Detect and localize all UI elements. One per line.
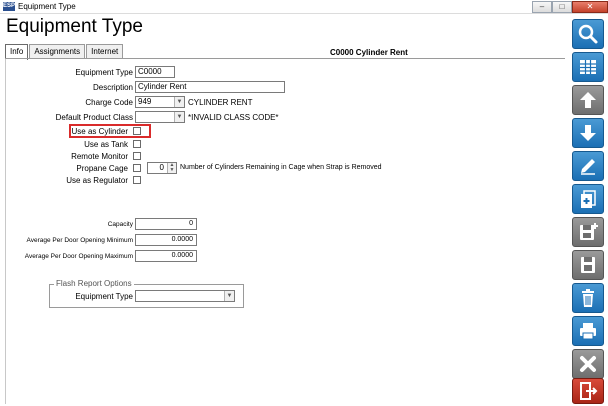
save-button[interactable] [572,250,604,280]
maximize-button[interactable]: □ [552,1,572,13]
tab-internet[interactable]: Internet [86,44,124,59]
move-down-button[interactable] [572,118,604,148]
copy-add-icon [581,190,596,208]
main-panel: Equipment Type Info Assignments Internet… [0,14,569,404]
charge-code-value: 949 [138,97,152,106]
close-icon [580,356,596,372]
default-product-class-label: Default Product Class [55,113,133,122]
cancel-button[interactable] [572,349,604,379]
chevron-down-icon: ▼ [174,97,184,107]
arrow-up-icon [580,92,596,108]
trash-icon [582,289,594,307]
flash-report-options-legend: Flash Report Options [54,279,134,288]
exit-button[interactable] [572,378,604,404]
avg-door-min-field[interactable]: 0.0000 [135,234,197,246]
remote-monitor-label: Remote Monitor [71,152,128,161]
use-as-regulator-label: Use as Regulator [66,176,128,185]
cylinders-remaining-stepper[interactable]: 0 ▲ ▼ [147,162,177,174]
use-as-tank-checkbox[interactable] [133,140,141,148]
chevron-down-icon: ▼ [174,112,184,122]
avg-door-min-label: Average Per Door Opening Minimum [26,237,133,244]
save-icon [581,257,595,273]
minimize-button[interactable]: – [532,1,552,13]
tab-strip: Info Assignments Internet [5,44,124,60]
charge-code-select[interactable]: 949 ▼ [135,96,185,108]
product-class-warning: *INVALID CLASS CODE* [188,113,279,122]
save-new-button[interactable] [572,217,604,247]
remote-monitor-checkbox[interactable] [133,152,141,160]
use-as-cylinder-label: Use as Cylinder [71,127,128,136]
print-button[interactable] [572,316,604,346]
charge-code-label: Charge Code [85,98,133,107]
cylinders-remaining-value: 0 [159,163,164,172]
printer-icon [580,323,596,340]
search-button[interactable] [572,19,604,49]
use-as-tank-label: Use as Tank [84,140,128,149]
avg-door-max-field[interactable]: 0.0000 [135,250,197,262]
tab-assignments[interactable]: Assignments [29,44,86,59]
close-window-button[interactable]: ✕ [572,1,608,13]
flash-equipment-type-select[interactable]: ▼ [135,290,235,302]
flash-equipment-type-label: Equipment Type [75,292,133,301]
stepper-arrows-icon[interactable]: ▲ ▼ [167,163,176,173]
description-label: Description [92,83,133,92]
action-toolbar [569,14,608,406]
page-title: Equipment Type [6,16,143,37]
search-icon [578,24,598,44]
description-field[interactable]: Cylinder Rent [135,81,285,93]
avg-door-max-label: Average Per Door Opening Maximum [24,253,133,260]
capacity-field[interactable]: 0 [135,218,197,230]
default-product-class-select[interactable]: ▼ [135,111,185,123]
delete-button[interactable] [572,283,604,313]
charge-code-description: CYLINDER RENT [188,98,253,107]
move-up-button[interactable] [572,85,604,115]
equipment-type-field[interactable]: C0000 [135,66,175,78]
window-title: Equipment Type [18,2,76,11]
save-new-icon [580,223,598,240]
use-as-cylinder-checkbox[interactable] [133,127,141,135]
equipment-type-label: Equipment Type [75,68,133,77]
chevron-down-icon: ▼ [224,291,234,301]
cylinders-remaining-note: Number of Cylinders Remaining in Cage wh… [180,164,382,171]
arrow-down-icon [580,125,596,141]
exit-icon [580,382,598,400]
propane-cage-checkbox[interactable] [133,164,141,172]
copy-add-button[interactable] [572,184,604,214]
grid-icon [580,60,596,74]
edit-button[interactable] [572,151,604,181]
info-tab-content: Equipment Type C0000 Description Cylinde… [5,59,565,404]
grid-button[interactable] [572,52,604,82]
propane-cage-label: Propane Cage [76,164,128,173]
app-icon: ESP [3,2,16,11]
capacity-label: Capacity [107,221,133,228]
pencil-icon [581,159,595,175]
use-as-regulator-checkbox[interactable] [133,176,141,184]
record-header: C0000 Cylinder Rent [330,48,408,57]
window-titlebar: ESP Equipment Type – □ ✕ [0,0,608,14]
